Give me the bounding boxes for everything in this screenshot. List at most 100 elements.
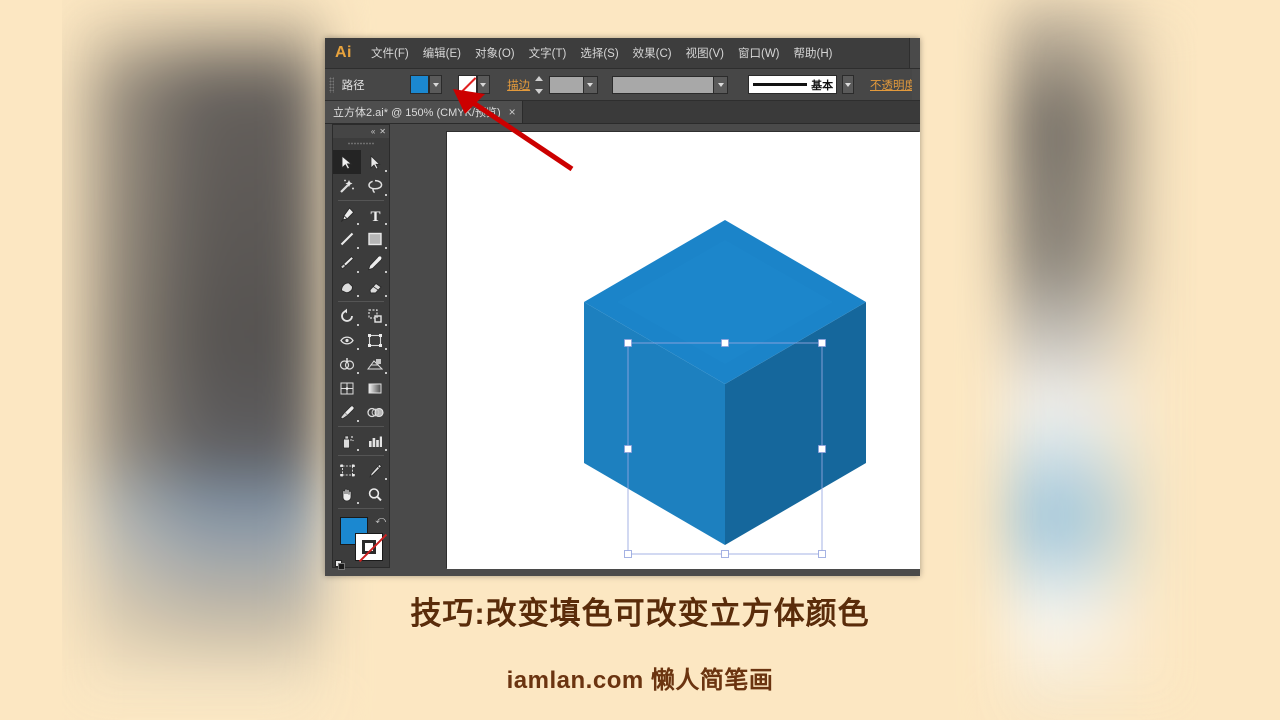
stroke-weight-input[interactable]	[549, 75, 598, 94]
symbol-sprayer-tool[interactable]	[333, 429, 361, 453]
column-graph-tool[interactable]	[361, 429, 389, 453]
line-segment-tool[interactable]	[333, 227, 361, 251]
menu-view[interactable]: 视图(V)	[679, 41, 731, 65]
fill-color-swatch[interactable]	[410, 75, 430, 94]
handle-top-right	[818, 339, 826, 347]
fill-stroke-proxy: ⤺	[333, 515, 389, 571]
tool-expand-dot-icon	[385, 478, 387, 480]
menu-help[interactable]: 帮助(H)	[787, 41, 840, 65]
magic-wand-tool[interactable]	[333, 174, 361, 198]
pen-tool[interactable]	[333, 203, 361, 227]
tool-expand-dot-icon	[385, 271, 387, 273]
width-tool[interactable]	[333, 328, 361, 352]
control-bar-overflow-region[interactable]	[912, 69, 920, 100]
tip-caption: 技巧:改变填色可改变立方体颜色	[410, 596, 870, 631]
stroke-color-swatch-none[interactable]	[457, 75, 477, 94]
swap-fill-stroke-icon[interactable]: ⤺	[375, 516, 386, 526]
collapse-icon[interactable]: «	[371, 127, 375, 136]
document-tab[interactable]: 立方体2.ai* @ 150% (CMYK/预览) ×	[325, 101, 523, 123]
tool-expand-dot-icon	[357, 420, 359, 422]
brush-definition-input[interactable]: 基本	[747, 75, 838, 94]
control-bar-grip[interactable]	[329, 76, 334, 93]
selection-tool[interactable]	[333, 150, 361, 174]
svg-text:T: T	[370, 209, 380, 223]
tool-expand-dot-icon	[357, 247, 359, 249]
tool-expand-dot-icon	[357, 223, 359, 225]
handle-middle-left	[624, 445, 632, 453]
tool-expand-dot-icon	[385, 194, 387, 196]
menu-effect[interactable]: 效果(C)	[626, 41, 679, 65]
menu-object[interactable]: 对象(O)	[468, 41, 522, 65]
mesh-tool[interactable]	[333, 376, 361, 400]
direct-selection-tool[interactable]	[361, 150, 389, 174]
gradient-tool[interactable]	[361, 376, 389, 400]
pencil-tool[interactable]	[361, 251, 389, 275]
tool-expand-dot-icon	[385, 449, 387, 451]
tool-expand-dot-icon	[357, 502, 359, 504]
tool-expand-dot-icon	[385, 247, 387, 249]
handle-bottom-left	[624, 550, 632, 558]
tool-separator	[338, 301, 384, 302]
tool-separator	[338, 200, 384, 201]
artboard-canvas[interactable]	[447, 132, 920, 569]
stroke-style-dropdown-arrow[interactable]	[713, 76, 728, 93]
tool-panel: « ✕ T ⤺	[332, 124, 390, 571]
handle-bottom-center	[721, 550, 729, 558]
shape-builder-tool[interactable]	[333, 352, 361, 376]
stroke-color-proxy-swatch-none[interactable]	[355, 533, 383, 561]
stroke-color-dropdown-arrow[interactable]	[476, 75, 490, 94]
perspective-grid-tool[interactable]	[361, 352, 389, 376]
default-fill-stroke-icon[interactable]	[335, 560, 346, 571]
tool-expand-dot-icon	[357, 449, 359, 451]
blend-tool[interactable]	[361, 400, 389, 424]
fill-color-dropdown-arrow[interactable]	[429, 75, 443, 94]
isometric-cube-artwork[interactable]	[447, 132, 920, 569]
menu-file[interactable]: 文件(F)	[364, 41, 416, 65]
tool-expand-dot-icon	[357, 271, 359, 273]
stroke-weight-dropdown-arrow[interactable]	[582, 76, 597, 93]
blob-brush-tool[interactable]	[333, 275, 361, 299]
menu-edit[interactable]: 编辑(E)	[416, 41, 468, 65]
stroke-style-input[interactable]	[611, 75, 729, 94]
menu-window[interactable]: 窗口(W)	[731, 41, 787, 65]
screenshot-stage: Ai 文件(F) 编辑(E) 对象(O) 文字(T) 选择(S) 效果(C) 视…	[0, 0, 1280, 720]
close-icon[interactable]: ×	[509, 106, 516, 118]
tool-expand-dot-icon	[357, 295, 359, 297]
close-icon[interactable]: ✕	[379, 127, 386, 136]
tool-expand-dot-icon	[385, 295, 387, 297]
tool-expand-dot-icon	[385, 223, 387, 225]
brush-definition-dropdown-arrow[interactable]	[842, 75, 855, 94]
rectangle-tool[interactable]	[361, 227, 389, 251]
stroke-weight-stepper[interactable]	[535, 75, 544, 94]
menu-select[interactable]: 选择(S)	[573, 41, 625, 65]
hand-tool[interactable]	[333, 482, 361, 506]
tool-panel-grip[interactable]	[347, 139, 375, 148]
handle-bottom-right	[818, 550, 826, 558]
scale-tool[interactable]	[361, 304, 389, 328]
fill-color-control[interactable]	[410, 75, 443, 94]
free-transform-tool[interactable]	[361, 328, 389, 352]
control-bar: 路径 描边 基本 不透明度	[325, 69, 920, 101]
eyedropper-tool[interactable]	[333, 400, 361, 424]
brush-stroke-preview-icon	[752, 83, 808, 86]
artboard-tool[interactable]	[333, 458, 361, 482]
tool-expand-dot-icon	[385, 348, 387, 350]
eraser-tool[interactable]	[361, 275, 389, 299]
object-type-label: 路径	[341, 79, 365, 92]
menu-overflow-region[interactable]	[909, 38, 920, 68]
tool-separator	[338, 455, 384, 456]
opacity-label[interactable]: 不透明度	[870, 77, 916, 93]
menu-type[interactable]: 文字(T)	[522, 41, 574, 65]
footer-watermark: iamlan.com 懒人简笔画	[506, 667, 774, 694]
zoom-tool[interactable]	[361, 482, 389, 506]
paintbrush-tool[interactable]	[333, 251, 361, 275]
tool-expand-dot-icon	[385, 324, 387, 326]
stroke-color-control[interactable]	[457, 75, 490, 94]
rotate-tool[interactable]	[333, 304, 361, 328]
ai-logo-icon: Ai	[335, 44, 352, 61]
type-tool[interactable]: T	[361, 203, 389, 227]
tool-expand-dot-icon	[385, 170, 387, 172]
lasso-tool[interactable]	[361, 174, 389, 198]
stroke-weight-label[interactable]: 描边	[507, 77, 530, 93]
slice-tool[interactable]	[361, 458, 389, 482]
